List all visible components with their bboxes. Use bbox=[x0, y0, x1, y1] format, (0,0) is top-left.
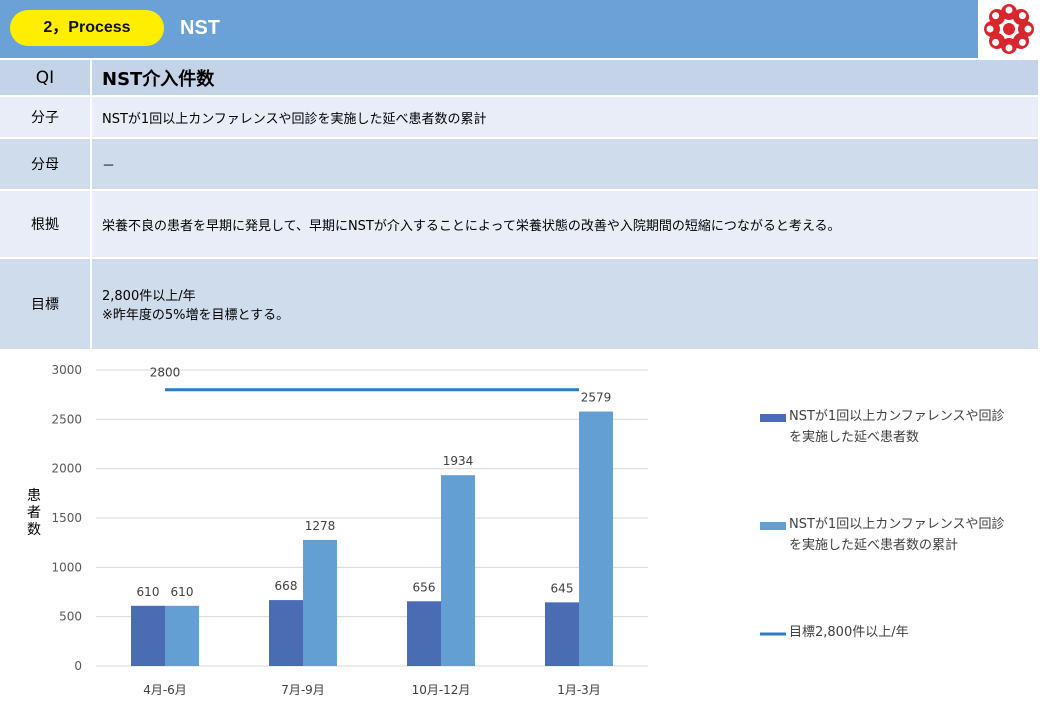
qi-value: NST介入件数 bbox=[91, 60, 1040, 97]
chart-area: 0 500 1000 1500 2000 2500 3000 患者数 610 610 4月-6月 66… bbox=[0, 350, 1040, 720]
bar-count bbox=[269, 600, 303, 666]
target-row: 目標 2,800件以上/年 ※昨年度の5%増を目標とする。 bbox=[0, 258, 1040, 351]
bar-count bbox=[407, 601, 441, 666]
basis-row: 根拠 栄養不良の患者を早期に発見して、早期にNSTが介入することによって栄養状態… bbox=[0, 190, 1040, 259]
target-line-label: 2800 bbox=[150, 366, 181, 380]
y-tick-label: 0 bbox=[74, 659, 82, 673]
x-tick-label: 4月-6月 bbox=[143, 683, 187, 697]
y-tick-label: 1500 bbox=[51, 511, 82, 525]
denominator-key: 分母 bbox=[0, 138, 92, 191]
bar-chart: 0 500 1000 1500 2000 2500 3000 患者数 610 610 4月-6月 66… bbox=[27, 363, 1005, 697]
x-tick-label: 10月-12月 bbox=[412, 683, 471, 697]
denominator-value: － bbox=[91, 138, 1040, 191]
bar-cumulative bbox=[579, 411, 613, 666]
y-tick-label: 500 bbox=[59, 610, 82, 624]
data-label: 656 bbox=[413, 580, 436, 594]
basis-key: 根拠 bbox=[0, 190, 92, 259]
y-axis-label: 患者数 bbox=[27, 488, 41, 538]
bar-cumulative bbox=[441, 475, 475, 666]
data-label: 645 bbox=[551, 581, 574, 595]
legend-label: NSTが1回以上カンファレンスや回診を実施した延べ患者数の累計 bbox=[789, 516, 1005, 553]
legend-label: 目標2,800件以上/年 bbox=[789, 625, 909, 640]
bar-count bbox=[545, 602, 579, 666]
legend-swatch bbox=[760, 522, 786, 530]
qi-row: QI NST介入件数 bbox=[0, 60, 1040, 97]
data-label: 2579 bbox=[581, 391, 612, 405]
x-tick-label: 7月-9月 bbox=[281, 683, 325, 697]
basis-value: 栄養不良の患者を早期に発見して、早期にNSTが介入することによって栄養状態の改善… bbox=[91, 190, 1040, 259]
y-tick-label: 3000 bbox=[51, 363, 82, 377]
bar-cumulative bbox=[303, 539, 337, 666]
numerator-key: 分子 bbox=[0, 96, 92, 139]
page-title: NST bbox=[180, 17, 220, 39]
legend-label: NSTが1回以上カンファレンスや回診を実施した延べ患者数 bbox=[789, 408, 1005, 445]
denominator-row: 分母 － bbox=[0, 138, 1040, 191]
qi-key: QI bbox=[0, 60, 92, 97]
data-label: 668 bbox=[275, 579, 298, 593]
data-label: 610 bbox=[137, 585, 160, 599]
section-badge: 2，Process bbox=[10, 10, 164, 46]
numerator-row: 分子 NSTが1回以上カンファレンスや回診を実施した延べ患者数の累計 bbox=[0, 96, 1040, 139]
x-tick-label: 1月-3月 bbox=[557, 683, 601, 697]
y-tick-label: 2500 bbox=[51, 412, 82, 426]
header-bar: 2，Process NST bbox=[0, 0, 1040, 58]
target-line-1: 2,800件以上/年 bbox=[102, 289, 196, 304]
data-label: 610 bbox=[171, 585, 194, 599]
legend-swatch bbox=[760, 414, 786, 422]
numerator-value: NSTが1回以上カンファレンスや回診を実施した延べ患者数の累計 bbox=[91, 96, 1040, 139]
hospital-logo bbox=[978, 0, 1040, 58]
data-label: 1934 bbox=[443, 454, 474, 468]
target-value: 2,800件以上/年 ※昨年度の5%増を目標とする。 bbox=[91, 258, 1040, 351]
y-tick-label: 2000 bbox=[51, 462, 82, 476]
bar-count bbox=[131, 605, 165, 666]
target-line-2: ※昨年度の5%増を目標とする。 bbox=[102, 308, 290, 323]
bar-cumulative bbox=[165, 605, 199, 666]
logo-icon bbox=[984, 4, 1034, 54]
data-label: 1278 bbox=[305, 519, 336, 533]
qi-definition-table: QI NST介入件数 分子 NSTが1回以上カンファレンスや回診を実施した延べ患… bbox=[0, 60, 1040, 351]
target-key: 目標 bbox=[0, 258, 92, 351]
y-tick-label: 1000 bbox=[51, 560, 82, 574]
